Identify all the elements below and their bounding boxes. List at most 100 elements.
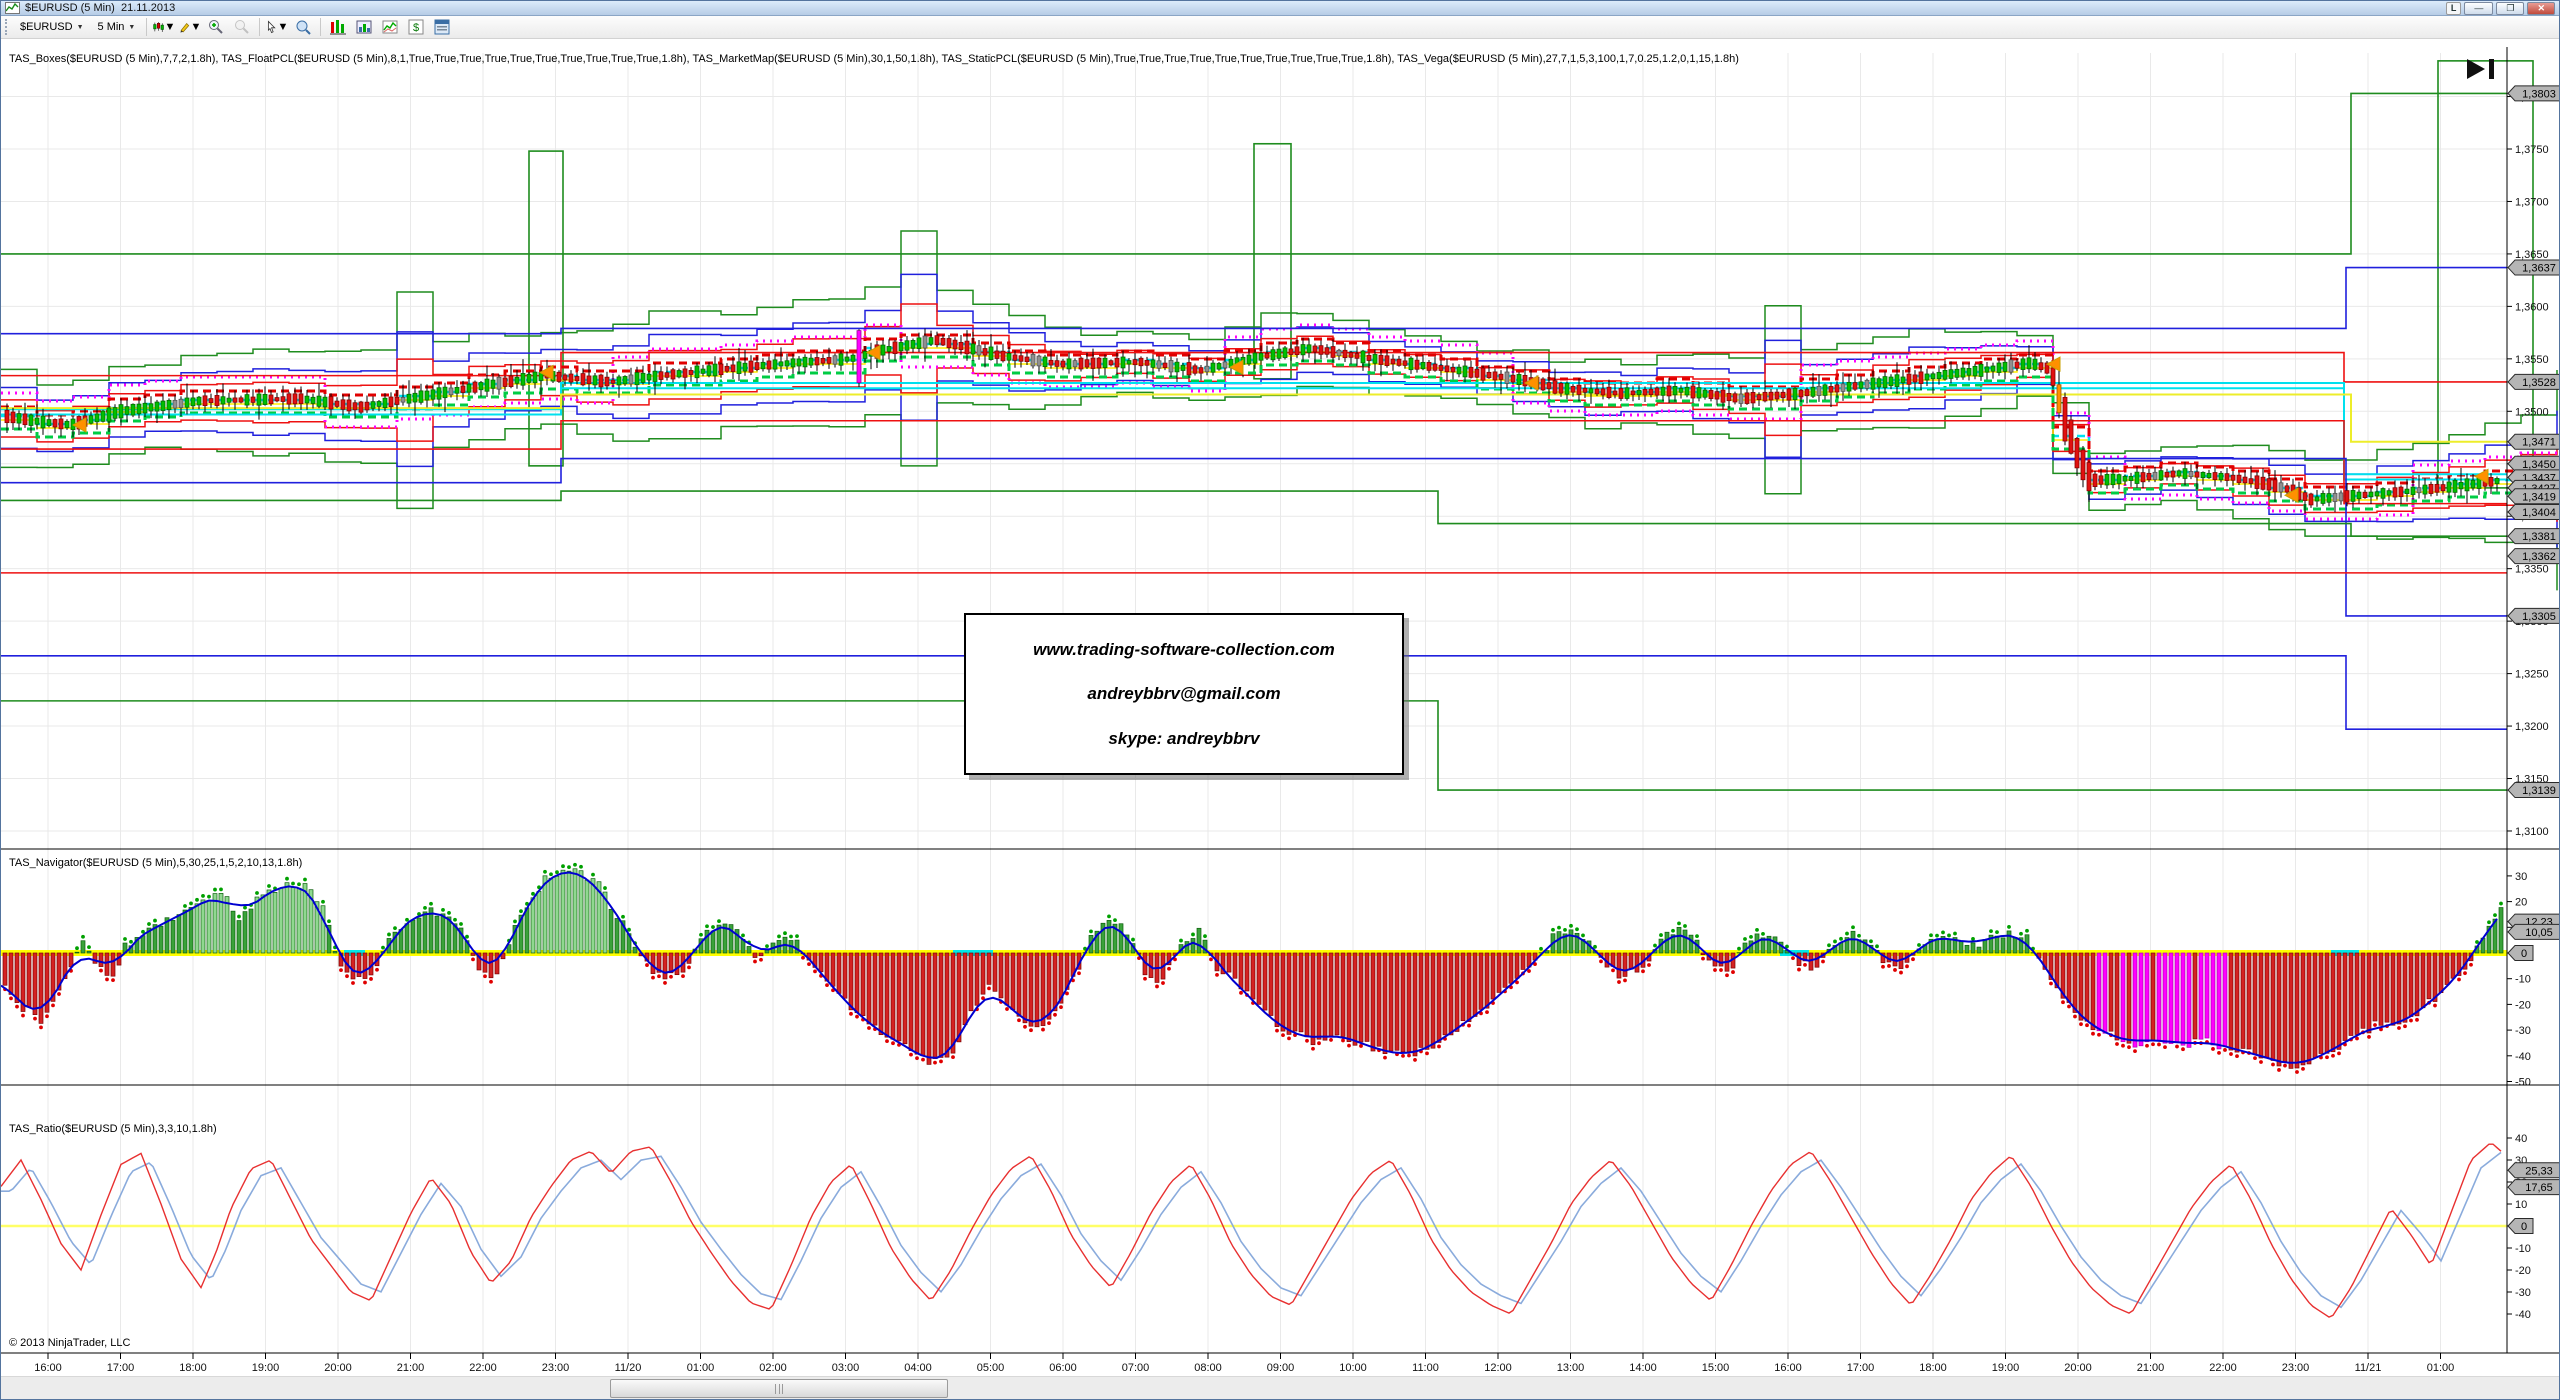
window-title: $EURUSD (5 Min) 21.11.2013 <box>25 2 175 14</box>
svg-text:1,3404: 1,3404 <box>2522 507 2556 519</box>
time-tick-label: 13:00 <box>1557 1362 1585 1374</box>
price-tag: 1,3404 <box>2508 505 2560 520</box>
horizontal-scrollbar[interactable] <box>1 1376 2560 1400</box>
axis-tick-label: -40 <box>2515 1051 2531 1063</box>
svg-text:1,3305: 1,3305 <box>2522 611 2556 623</box>
interval-selector[interactable]: 5 Min ▼ <box>93 18 141 36</box>
axis-tick-label: 1,3550 <box>2515 354 2549 366</box>
time-tick-label: 19:00 <box>1992 1362 2020 1374</box>
time-tick-label: 18:00 <box>1919 1362 1947 1374</box>
time-tick-label: 14:00 <box>1629 1362 1657 1374</box>
time-tick-label: 21:00 <box>2137 1362 2165 1374</box>
axis-tick-label: -20 <box>2515 1265 2531 1277</box>
toolbar-grip[interactable] <box>5 19 9 35</box>
cursor-button[interactable]: ▼ <box>266 17 288 37</box>
time-tick-label: 18:00 <box>179 1362 207 1374</box>
axis-tick-label: 1,3200 <box>2515 721 2549 733</box>
time-tick-label: 05:00 <box>977 1362 1005 1374</box>
svg-text:1,3637: 1,3637 <box>2522 263 2556 275</box>
time-tick-label: 17:00 <box>1847 1362 1875 1374</box>
window-controls: L — ❐ ✕ <box>2446 2 2555 15</box>
axis-tick-label: 20 <box>2515 897 2527 909</box>
ratio-red-line <box>1 1144 2501 1317</box>
close-button[interactable]: ✕ <box>2527 2 2555 15</box>
time-tick-label: 11/20 <box>615 1362 642 1374</box>
minimize-button[interactable]: — <box>2464 2 2493 15</box>
axis-tick-label: 1,3600 <box>2515 301 2549 313</box>
watermark-box: www.trading-software-collection.com andr… <box>964 613 1404 775</box>
time-tick-label: 03:00 <box>832 1362 860 1374</box>
price-tag: 25,33 <box>2508 1163 2560 1178</box>
zoom-in-button[interactable] <box>205 17 227 37</box>
time-tick-label: 09:00 <box>1267 1362 1295 1374</box>
cursor-icon <box>266 19 277 35</box>
zoom-out-button[interactable] <box>231 17 253 37</box>
dollar-icon: $ <box>408 19 424 35</box>
axis-tick-label: 1,3700 <box>2515 196 2549 208</box>
data-box-button[interactable] <box>292 17 314 37</box>
svg-text:1,3362: 1,3362 <box>2522 551 2556 563</box>
mini-chart-button[interactable] <box>379 17 401 37</box>
svg-text:1,3381: 1,3381 <box>2522 531 2556 543</box>
axis-tick-label: -50 <box>2515 1077 2531 1089</box>
axis-tick-label: 10 <box>2515 1199 2527 1211</box>
ratio-panel <box>1 1144 2507 1317</box>
time-tick-label: 20:00 <box>324 1362 352 1374</box>
time-tick-label: 17:00 <box>107 1362 135 1374</box>
properties-button[interactable] <box>431 17 453 37</box>
session-boxes <box>529 61 2533 488</box>
restore-button[interactable]: ❐ <box>2496 2 2524 15</box>
data-series-button[interactable] <box>327 17 349 37</box>
watermark-email: andreybbrv@gmail.com <box>1087 684 1280 704</box>
account-button[interactable]: $ <box>405 17 427 37</box>
time-tick-label: 20:00 <box>2064 1362 2092 1374</box>
toolbar-separator <box>320 18 321 36</box>
navigator-panel-label: TAS_Navigator($EURUSD (5 Min),5,30,25,1,… <box>9 857 302 869</box>
price-tag: 1,3362 <box>2508 549 2560 564</box>
time-tick-label: 06:00 <box>1049 1362 1077 1374</box>
mini-chart-icon <box>382 19 398 35</box>
zoom-out-icon <box>234 19 250 35</box>
chart-app-icon <box>5 2 20 14</box>
axis-tick-label: 1,3350 <box>2515 564 2549 576</box>
market-analyzer-button[interactable] <box>353 17 375 37</box>
drawing-tools-button[interactable]: ▼ <box>179 17 201 37</box>
price-tag: 1,3419 <box>2508 489 2560 504</box>
pencil-icon <box>179 19 190 35</box>
time-tick-label: 23:00 <box>542 1362 570 1374</box>
axis-tick-label: -30 <box>2515 1287 2531 1299</box>
time-tick-label: 11/21 <box>2355 1362 2382 1374</box>
time-tick-label: 19:00 <box>252 1362 280 1374</box>
indicator-header: TAS_Boxes($EURUSD (5 Min),7,7,2,1.8h), T… <box>9 53 1739 65</box>
chart-style-button[interactable]: ▼ <box>153 17 175 37</box>
price-tag: 0 <box>2508 1219 2533 1234</box>
toolbar-separator <box>146 18 147 36</box>
svg-text:0: 0 <box>2521 1221 2527 1233</box>
time-tick-label: 04:00 <box>904 1362 932 1374</box>
axis-tick-label: -20 <box>2515 999 2531 1011</box>
svg-text:1,3139: 1,3139 <box>2522 785 2556 797</box>
title-bar[interactable]: $EURUSD (5 Min) 21.11.2013 L — ❐ ✕ <box>1 1 2559 16</box>
instrument-selector[interactable]: $EURUSD ▼ <box>15 18 89 36</box>
link-button[interactable]: L <box>2446 2 2462 15</box>
axis-tick-label: -30 <box>2515 1025 2531 1037</box>
toolbar: $EURUSD ▼ 5 Min ▼ ▼ ▼ <box>1 16 2559 39</box>
price-tag: 1,3381 <box>2508 529 2560 544</box>
svg-text:0: 0 <box>2521 948 2527 960</box>
watermark-website: www.trading-software-collection.com <box>1033 640 1335 660</box>
ratio-blue-line <box>1 1152 2501 1307</box>
axis-tick-label: -10 <box>2515 1243 2531 1255</box>
magnifier-icon <box>295 19 311 35</box>
time-tick-label: 10:00 <box>1339 1362 1367 1374</box>
time-tick-label: 15:00 <box>1702 1362 1730 1374</box>
chart-area[interactable]: 1,38001,37501,37001,36501,36001,35501,35… <box>1 39 2560 1376</box>
time-tick-label: 08:00 <box>1194 1362 1222 1374</box>
navigator-panel <box>1 863 2507 1074</box>
price-tag: 1,3305 <box>2508 608 2560 623</box>
scrollbar-thumb[interactable] <box>610 1379 948 1398</box>
price-tag: 1,3803 <box>2508 86 2560 101</box>
svg-text:10,05: 10,05 <box>2525 927 2553 939</box>
svg-text:17,65: 17,65 <box>2525 1182 2553 1194</box>
time-tick-label: 07:00 <box>1122 1362 1150 1374</box>
market-analyzer-icon <box>356 19 372 35</box>
